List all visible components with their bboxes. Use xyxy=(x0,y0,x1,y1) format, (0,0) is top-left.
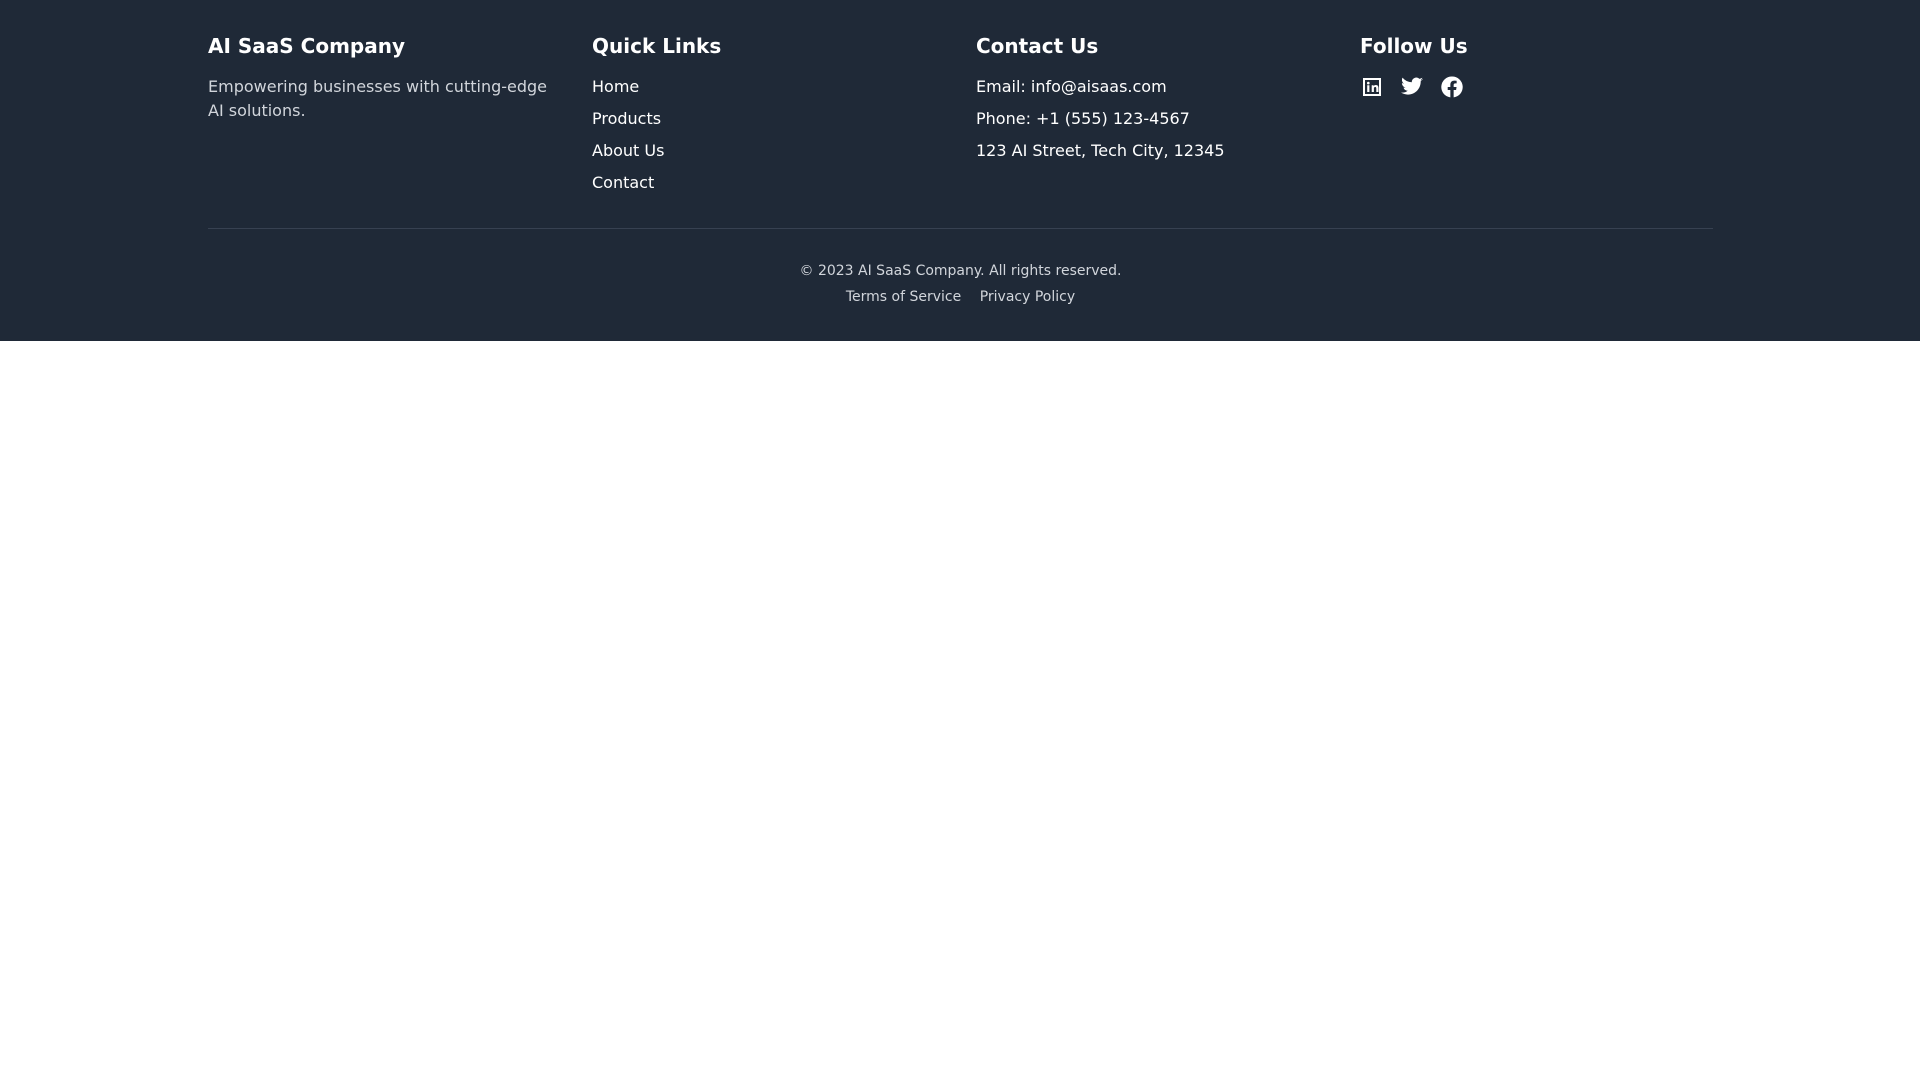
privacy-link[interactable]: Privacy Policy xyxy=(980,289,1075,305)
copyright-text: © 2023 AI SaaS Company. All rights reser… xyxy=(799,263,1122,279)
footer-divider xyxy=(208,228,1713,229)
list-item: Home xyxy=(592,75,976,99)
brand-column: AI SaaS Company Empowering businesses wi… xyxy=(208,33,592,203)
list-item: About Us xyxy=(592,139,976,163)
contact-heading: Contact Us xyxy=(976,34,1099,58)
quick-links-list: Home Products About Us Contact xyxy=(592,75,976,195)
social-links xyxy=(1360,75,1744,99)
footer-columns: AI SaaS Company Empowering businesses wi… xyxy=(208,0,1713,203)
brand-tagline: Empowering businesses with cutting-edge … xyxy=(208,77,548,120)
contact-column: Contact Us Email: info@aisaas.com Phone:… xyxy=(976,33,1360,203)
contact-phone: Phone: +1 (555) 123-4567 xyxy=(976,109,1190,128)
follow-column: Follow Us xyxy=(1360,33,1744,203)
link-products[interactable]: Products xyxy=(592,109,661,128)
link-about-us[interactable]: About Us xyxy=(592,141,664,160)
link-home[interactable]: Home xyxy=(592,77,639,96)
contact-address: 123 AI Street, Tech City, 12345 xyxy=(976,141,1225,160)
linkedin-icon[interactable] xyxy=(1360,75,1384,99)
terms-link[interactable]: Terms of Service xyxy=(846,289,961,305)
list-item: Products xyxy=(592,107,976,131)
contact-email: Email: info@aisaas.com xyxy=(976,77,1167,96)
brand-name: AI SaaS Company xyxy=(208,34,405,58)
footer-bottom: © 2023 AI SaaS Company. All rights reser… xyxy=(208,259,1713,307)
follow-heading: Follow Us xyxy=(1360,34,1468,58)
twitter-icon[interactable] xyxy=(1400,75,1424,99)
site-footer: AI SaaS Company Empowering businesses wi… xyxy=(0,0,1920,341)
legal-links: Terms of Service Privacy Policy xyxy=(208,287,1713,307)
facebook-icon[interactable] xyxy=(1440,75,1464,99)
list-item: Contact xyxy=(592,171,976,195)
contact-list: Email: info@aisaas.com Phone: +1 (555) 1… xyxy=(976,75,1360,163)
footer-container: AI SaaS Company Empowering businesses wi… xyxy=(208,0,1713,341)
link-contact[interactable]: Contact xyxy=(592,173,654,192)
quick-links-column: Quick Links Home Products About Us Conta… xyxy=(592,33,976,203)
quick-links-heading: Quick Links xyxy=(592,34,722,58)
